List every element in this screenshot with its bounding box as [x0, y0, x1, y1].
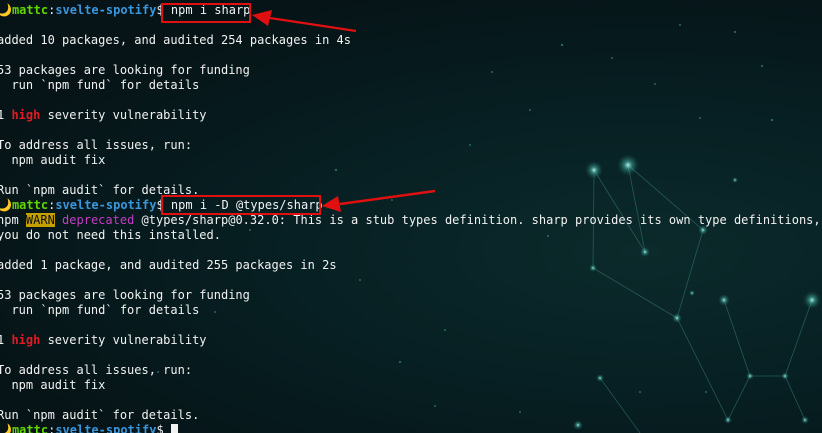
- output-line: npm audit fix: [0, 378, 106, 392]
- terminal-window[interactable]: 🌙mattc:svelte-spotify$ npm i sharp added…: [0, 0, 822, 433]
- vuln-text: severity vulnerability: [40, 108, 207, 122]
- vuln-text: severity vulnerability: [40, 333, 207, 347]
- prompt-user: mattc: [11, 198, 49, 212]
- prompt-line: 🌙mattc:svelte-spotify$ npm i -D @types/s…: [0, 198, 822, 213]
- output-line: 53 packages are looking for funding: [0, 63, 250, 77]
- vuln-severity: high: [11, 333, 41, 347]
- output-line: Run `npm audit` for details.: [0, 408, 200, 422]
- active-prompt-line[interactable]: 🌙mattc:svelte-spotify$: [0, 423, 822, 433]
- moon-icon: 🌙: [0, 3, 12, 17]
- moon-icon: 🌙: [0, 423, 12, 433]
- command-highlight-box: [161, 195, 321, 215]
- vulnerability-line: 1 high severity vulnerability: [0, 333, 822, 348]
- prompt-user: mattc: [11, 3, 49, 17]
- output-line: To address all issues, run:: [0, 138, 193, 152]
- vuln-count: 1: [0, 108, 5, 122]
- output-line: 53 packages are looking for funding: [0, 288, 250, 302]
- warning-line: npm WARN deprecated @types/sharp@0.32.0:…: [0, 213, 822, 228]
- warn-message: @types/sharp@0.32.0: This is a stub type…: [134, 213, 822, 227]
- terminal-output: 🌙mattc:svelte-spotify$ npm i sharp added…: [0, 3, 822, 433]
- prompt-directory: svelte-spotify: [55, 198, 157, 212]
- warn-prefix: npm: [0, 213, 19, 227]
- prompt-line: 🌙mattc:svelte-spotify$ npm i sharp: [0, 3, 822, 18]
- moon-icon: 🌙: [0, 198, 12, 212]
- prompt-directory: svelte-spotify: [55, 423, 157, 433]
- vulnerability-line: 1 high severity vulnerability: [0, 108, 822, 123]
- prompt-symbol: $: [156, 423, 164, 433]
- output-line: run `npm fund` for details: [0, 78, 200, 92]
- vuln-severity: high: [11, 108, 41, 122]
- text-cursor[interactable]: [170, 424, 178, 433]
- warn-space: [55, 213, 62, 227]
- output-line: you do not need this installed.: [0, 228, 221, 242]
- warn-badge: WARN: [25, 213, 55, 227]
- vuln-count: 1: [0, 333, 5, 347]
- deprecated-label: deprecated: [62, 213, 135, 227]
- output-line: To address all issues, run:: [0, 363, 193, 377]
- output-line: added 1 package, and audited 255 package…: [0, 258, 337, 272]
- prompt-directory: svelte-spotify: [55, 3, 157, 17]
- output-line: added 10 packages, and audited 254 packa…: [0, 33, 352, 47]
- prompt-user: mattc: [11, 423, 49, 433]
- output-line: run `npm fund` for details: [0, 303, 200, 317]
- output-line: Run `npm audit` for details.: [0, 183, 200, 197]
- command-highlight-box: [161, 3, 251, 23]
- output-line: npm audit fix: [0, 153, 106, 167]
